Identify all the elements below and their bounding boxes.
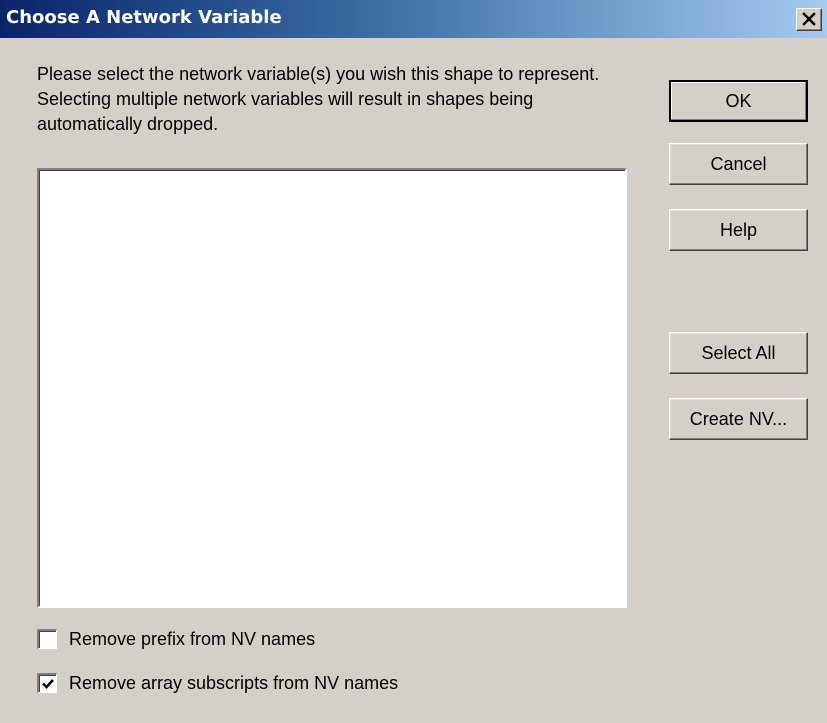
ok-button[interactable]: OK — [669, 80, 808, 122]
create-nv-button[interactable]: Create NV... — [669, 398, 808, 440]
remove-array-subscripts-label[interactable]: Remove array subscripts from NV names — [69, 672, 398, 694]
remove-prefix-label[interactable]: Remove prefix from NV names — [69, 628, 315, 650]
window-title: Choose A Network Variable — [6, 7, 282, 28]
instructions-text: Please select the network variable(s) yo… — [37, 64, 600, 134]
network-variable-listbox[interactable] — [37, 168, 627, 608]
choose-network-variable-dialog: Choose A Network Variable Please select … — [0, 0, 827, 723]
close-button[interactable] — [796, 8, 822, 31]
select-all-button[interactable]: Select All — [669, 332, 808, 374]
remove-prefix-checkbox[interactable] — [37, 629, 57, 649]
cancel-button[interactable]: Cancel — [669, 143, 808, 185]
close-icon — [802, 11, 816, 30]
remove-array-subscripts-checkbox[interactable] — [37, 673, 57, 693]
help-button[interactable]: Help — [669, 209, 808, 251]
title-bar[interactable]: Choose A Network Variable — [0, 0, 827, 38]
